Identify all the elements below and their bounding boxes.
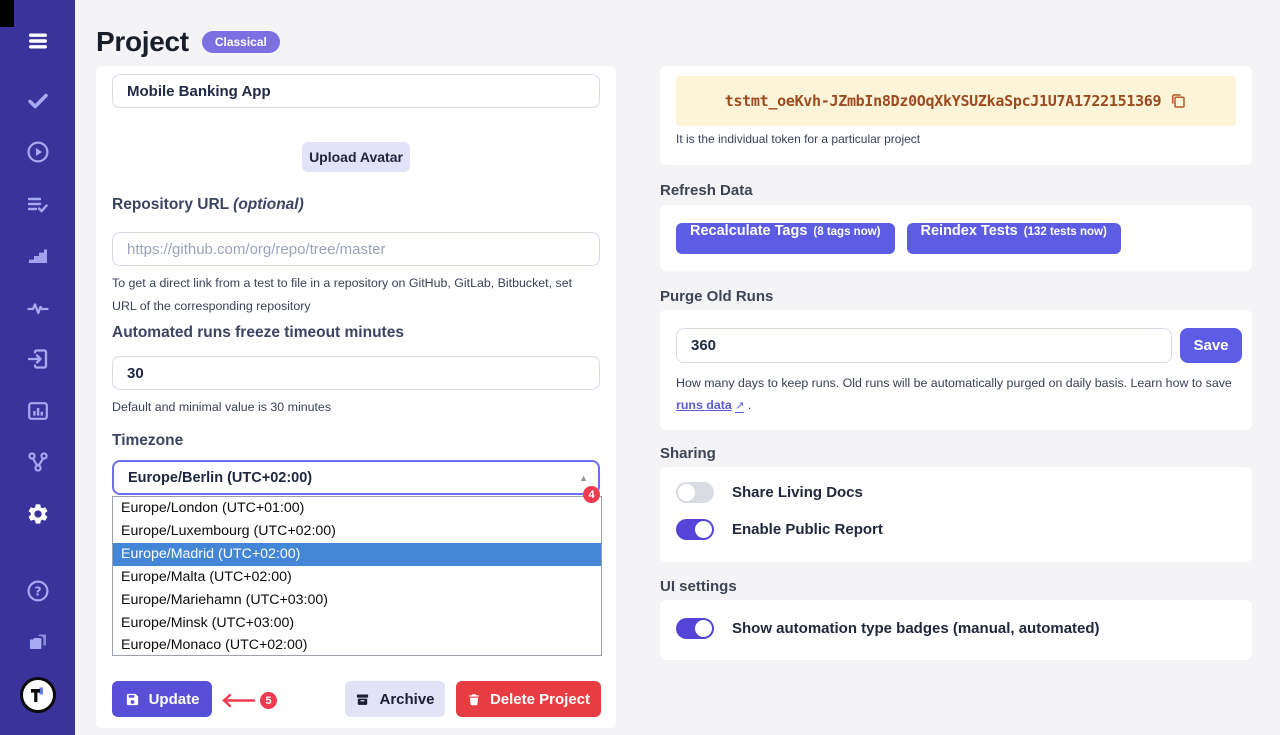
project-name-input[interactable] (112, 74, 600, 108)
copy-token-button[interactable] (1169, 92, 1187, 110)
enable-public-report-toggle[interactable] (676, 519, 714, 540)
timezone-option[interactable]: Europe/Monaco (UTC+02:00) (113, 634, 601, 656)
enable-public-report-label: Enable Public Report (732, 521, 883, 538)
recalculate-tags-count: (8 tags now) (813, 226, 880, 238)
timezone-option[interactable]: Europe/Minsk (UTC+03:00) (113, 611, 601, 634)
annotation-badge-5: 5 (260, 692, 277, 709)
purge-card: Save How many days to keep runs. Old run… (660, 310, 1252, 430)
recalculate-tags-label: Recalculate Tags (690, 223, 807, 239)
update-button[interactable]: Update (112, 681, 212, 717)
sidebar: ? (0, 0, 75, 735)
steps-icon[interactable] (25, 243, 51, 269)
automation-badges-row: Show automation type badges (manual, aut… (676, 618, 1100, 639)
token-caption: It is the individual token for a particu… (676, 132, 920, 146)
purge-help-suffix: . (744, 398, 751, 412)
sharing-card: Share Living Docs Enable Public Report (660, 467, 1252, 562)
play-circle-icon[interactable] (25, 139, 51, 165)
ui-settings-heading: UI settings (660, 578, 737, 595)
left-arrow-icon (218, 693, 256, 708)
freeze-timeout-help: Default and minimal value is 30 minutes (112, 396, 331, 419)
project-type-badge: Classical (202, 31, 280, 53)
svg-text:?: ? (34, 583, 41, 598)
update-button-label: Update (149, 691, 200, 708)
chevron-up-icon: ▲ (579, 473, 588, 483)
timezone-select[interactable]: Europe/Berlin (UTC+02:00) ▲ (112, 460, 600, 495)
folders-icon[interactable] (25, 630, 51, 656)
purge-help: How many days to keep runs. Old runs wil… (676, 372, 1236, 417)
project-settings-card: Upload Avatar Repository URL (optional) … (96, 66, 616, 728)
recalculate-tags-button[interactable]: Recalculate Tags (8 tags now) (676, 223, 895, 254)
timezone-option[interactable]: Europe/Madrid (UTC+02:00) (113, 543, 601, 566)
form-actions: Update 5 Archive Delete Project (112, 681, 600, 717)
delete-button-label: Delete Project (490, 691, 590, 708)
annotation-arrow: 5 (218, 692, 277, 709)
copy-icon (1169, 92, 1187, 110)
timezone-option[interactable]: Europe/Luxembourg (UTC+02:00) (113, 520, 601, 543)
runs-data-link[interactable]: runs data (676, 398, 732, 412)
timezone-dropdown: Europe/London (UTC+01:00)Europe/Luxembou… (112, 496, 602, 656)
refresh-data-heading: Refresh Data (660, 182, 753, 199)
timezone-select-value: Europe/Berlin (UTC+02:00) (128, 470, 312, 486)
activity-pulse-icon[interactable] (25, 295, 51, 321)
share-living-docs-label: Share Living Docs (732, 484, 863, 501)
delete-project-button[interactable]: Delete Project (456, 681, 601, 717)
share-living-docs-row: Share Living Docs (676, 482, 863, 503)
save-button[interactable]: Save (1180, 328, 1242, 363)
bar-chart-icon[interactable] (25, 398, 51, 424)
repository-url-input[interactable] (112, 232, 600, 266)
ui-settings-card: Show automation type badges (manual, aut… (660, 600, 1252, 660)
check-icon[interactable] (25, 88, 51, 114)
hamburger-menu-icon[interactable] (25, 28, 51, 54)
purge-help-text: How many days to keep runs. Old runs wil… (676, 376, 1232, 390)
enable-public-report-row: Enable Public Report (676, 519, 883, 540)
reindex-tests-button[interactable]: Reindex Tests (132 tests now) (907, 223, 1121, 254)
timezone-label: Timezone (112, 432, 183, 450)
repository-url-label: Repository URL (optional) (112, 196, 304, 214)
logo-icon[interactable] (20, 677, 56, 713)
list-check-icon[interactable] (25, 192, 51, 218)
refresh-data-card: Recalculate Tags (8 tags now) Reindex Te… (660, 205, 1252, 271)
purge-days-input[interactable] (676, 328, 1172, 363)
repository-url-help: To get a direct link from a test to file… (112, 272, 598, 318)
automation-badges-label: Show automation type badges (manual, aut… (732, 620, 1100, 637)
automation-badges-toggle[interactable] (676, 618, 714, 639)
timezone-option[interactable]: Europe/Mariehamn (UTC+03:00) (113, 588, 601, 611)
page-title: Project (96, 26, 189, 58)
timezone-option[interactable]: Europe/Malta (UTC+02:00) (113, 566, 601, 589)
token-box: tstmt_oeKvh-JZmbIn8Dz0OqXkYSUZkaSpcJ1U7A… (676, 76, 1236, 126)
purge-heading: Purge Old Runs (660, 288, 773, 305)
archive-button-label: Archive (379, 691, 434, 708)
save-icon (125, 692, 140, 707)
gear-icon[interactable] (25, 501, 51, 527)
sharing-heading: Sharing (660, 445, 716, 462)
git-branch-icon[interactable] (25, 449, 51, 475)
timezone-option[interactable]: Europe/London (UTC+01:00) (113, 497, 601, 520)
freeze-timeout-label: Automated runs freeze timeout minutes (112, 324, 404, 342)
upload-avatar-button[interactable]: Upload Avatar (302, 142, 410, 172)
token-card: tstmt_oeKvh-JZmbIn8Dz0OqXkYSUZkaSpcJ1U7A… (660, 66, 1252, 165)
help-circle-icon[interactable]: ? (25, 578, 51, 604)
freeze-timeout-input[interactable] (112, 356, 600, 390)
window-corner-notch (0, 0, 14, 27)
reindex-tests-label: Reindex Tests (921, 223, 1018, 239)
sign-in-icon[interactable] (25, 346, 51, 372)
page-header: Project Classical (96, 26, 280, 58)
archive-icon (355, 692, 370, 707)
project-token: tstmt_oeKvh-JZmbIn8Dz0OqXkYSUZkaSpcJ1U7A… (725, 92, 1162, 110)
annotation-badge-4: 4 (583, 486, 600, 503)
reindex-tests-count: (132 tests now) (1024, 226, 1107, 238)
archive-button[interactable]: Archive (345, 681, 445, 717)
trash-icon (467, 692, 481, 707)
share-living-docs-toggle[interactable] (676, 482, 714, 503)
